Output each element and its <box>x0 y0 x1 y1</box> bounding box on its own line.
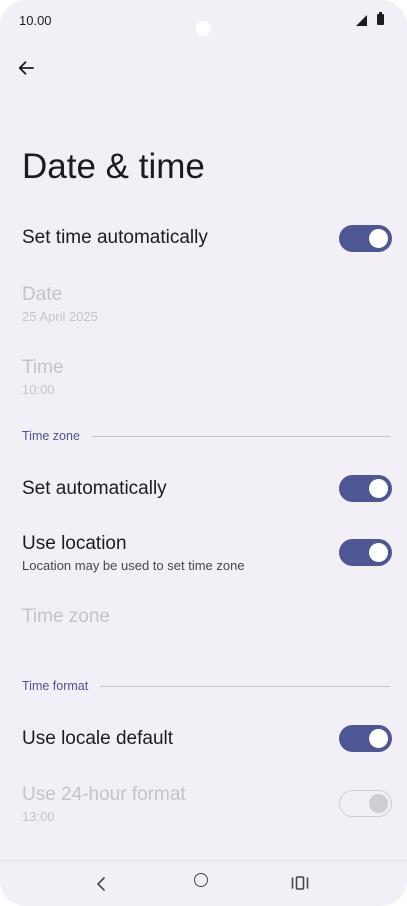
section-divider <box>91 435 390 437</box>
time-format-section-label: Time format <box>22 679 89 693</box>
status-bar: 10.00 <box>0 0 407 40</box>
set-time-automatically-row[interactable]: Set time automatically <box>22 227 393 249</box>
use-locale-default-switch[interactable] <box>339 725 392 752</box>
section-divider <box>100 685 390 687</box>
set-automatically-row[interactable]: Set automatically <box>22 478 393 500</box>
set-automatically-switch[interactable] <box>339 475 392 502</box>
time-label: Time <box>22 357 64 378</box>
nav-back-icon <box>97 877 105 891</box>
date-label: Date <box>22 284 63 305</box>
use-location-switch[interactable] <box>339 539 392 566</box>
use-24-hour-format-summary: 13:00 <box>22 809 55 824</box>
set-time-automatically-switch[interactable] <box>339 225 392 252</box>
use-locale-default-row[interactable]: Use locale default <box>22 728 393 750</box>
time-value: 10:00 <box>22 382 55 397</box>
switch-knob <box>369 793 388 813</box>
set-time-automatically-label: Set time automatically <box>22 227 208 248</box>
status-clock: 10.00 <box>19 13 52 28</box>
nav-recents-icon <box>291 876 309 890</box>
time-zone-section-label: Time zone <box>22 429 80 443</box>
switch-knob <box>369 729 388 748</box>
time-row[interactable]: Time 10:00 <box>22 357 393 397</box>
date-row[interactable]: Date 25 April 2025 <box>22 284 393 324</box>
nav-home-icon[interactable] <box>194 873 208 887</box>
arrow-left-icon <box>18 61 34 75</box>
camera-cutout <box>196 21 211 36</box>
time-format-section-header: Time format <box>22 679 390 693</box>
use-24-hour-format-label: Use 24-hour format <box>22 784 186 805</box>
use-24-hour-format-switch[interactable] <box>339 790 392 817</box>
page-title: Date & time <box>22 147 205 186</box>
use-location-row[interactable]: Use location Location may be used to set… <box>22 533 393 573</box>
use-location-label: Use location <box>22 533 127 554</box>
use-locale-default-label: Use locale default <box>22 728 174 749</box>
nav-recents-button[interactable] <box>291 875 309 891</box>
date-value: 25 April 2025 <box>22 309 98 324</box>
phone-screen: 10.00 Date & time Set time automatically… <box>0 0 407 906</box>
nav-back-button[interactable] <box>93 876 109 892</box>
back-button[interactable] <box>14 56 38 80</box>
use-location-summary: Location may be used to set time zone <box>22 558 245 573</box>
battery-icon <box>377 12 384 25</box>
signal-icon <box>356 15 367 26</box>
switch-knob <box>369 543 388 562</box>
time-zone-section-header: Time zone <box>22 429 390 443</box>
use-24-hour-format-row[interactable]: Use 24-hour format 13:00 <box>22 784 393 824</box>
time-zone-label: Time zone <box>22 606 110 627</box>
set-automatically-label: Set automatically <box>22 478 167 499</box>
switch-knob <box>369 479 388 498</box>
switch-knob <box>369 229 388 248</box>
time-zone-row[interactable]: Time zone <box>22 606 393 628</box>
